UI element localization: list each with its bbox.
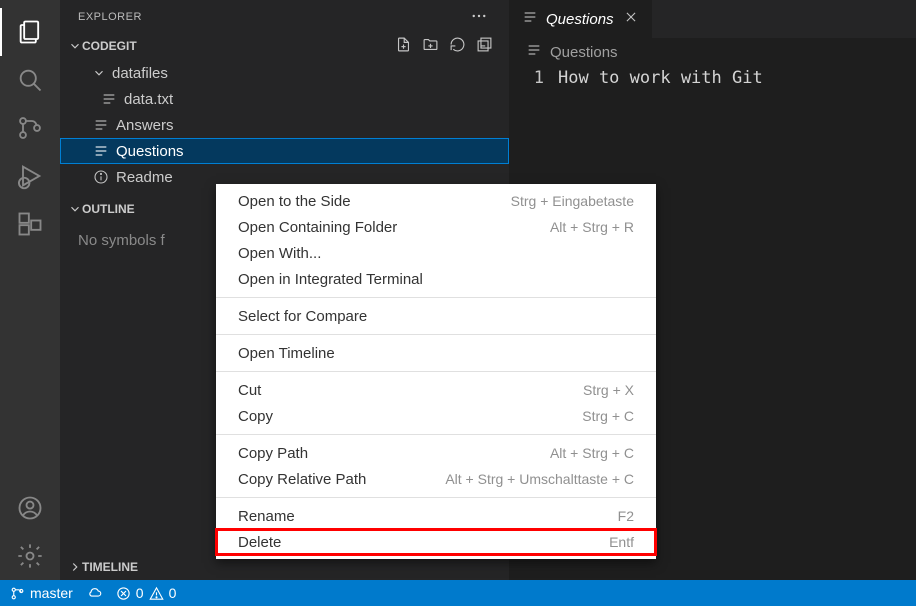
editor-tabs: Questions <box>510 0 916 38</box>
branch-name: master <box>30 585 73 601</box>
status-bar: master 0 0 <box>0 580 916 606</box>
tree-item-label: data.txt <box>124 91 173 108</box>
collapse-all-icon[interactable] <box>476 36 493 56</box>
ctx-shortcut: Strg + Eingabetaste <box>511 193 634 209</box>
debug-activity-icon[interactable] <box>0 152 60 200</box>
ctx-label: Open Timeline <box>238 345 335 362</box>
status-branch[interactable]: master <box>10 585 73 601</box>
context-menu: Open to the Side Strg + Eingabetaste Ope… <box>216 184 656 559</box>
ctx-rename[interactable]: Rename F2 <box>216 503 656 529</box>
refresh-icon[interactable] <box>449 36 466 56</box>
error-icon <box>116 586 131 601</box>
timeline-title: TIMELINE <box>82 560 138 574</box>
ctx-open-terminal[interactable]: Open in Integrated Terminal <box>216 266 656 292</box>
ctx-open-folder[interactable]: Open Containing Folder Alt + Strg + R <box>216 214 656 240</box>
tree-file-answers[interactable]: Answers <box>60 112 509 138</box>
tab-close-icon[interactable] <box>622 8 640 30</box>
code-line: How to work with Git <box>558 66 763 90</box>
sidebar-header: EXPLORER <box>60 0 509 34</box>
status-problems[interactable]: 0 0 <box>116 585 177 601</box>
tree-item-label: Readme <box>116 169 173 186</box>
ctx-shortcut: Alt + Strg + R <box>550 219 634 235</box>
ctx-shortcut: Alt + Strg + Umschalttaste + C <box>445 471 634 487</box>
account-activity-icon[interactable] <box>0 484 60 532</box>
ctx-label: Open Containing Folder <box>238 219 397 236</box>
file-tree: datafiles data.txt Answers Questions Rea… <box>60 58 509 192</box>
activity-bar <box>0 0 60 580</box>
tab-questions[interactable]: Questions <box>510 0 652 38</box>
ctx-separator <box>216 371 656 372</box>
ctx-open-with[interactable]: Open With... <box>216 240 656 266</box>
status-sync[interactable] <box>87 586 102 601</box>
project-section-header[interactable]: CODEGIT <box>60 34 509 58</box>
tree-item-label: datafiles <box>112 65 168 82</box>
ctx-select-compare[interactable]: Select for Compare <box>216 303 656 329</box>
file-lines-icon <box>100 91 118 107</box>
ctx-shortcut: Strg + C <box>582 408 634 424</box>
ctx-shortcut: Entf <box>609 534 634 550</box>
outline-title: OUTLINE <box>82 202 135 216</box>
search-activity-icon[interactable] <box>0 56 60 104</box>
ctx-separator <box>216 497 656 498</box>
tree-item-label: Answers <box>116 117 174 134</box>
ctx-copy-path[interactable]: Copy Path Alt + Strg + C <box>216 440 656 466</box>
tree-file-questions[interactable]: Questions <box>60 138 509 164</box>
warning-icon <box>149 586 164 601</box>
settings-activity-icon[interactable] <box>0 532 60 580</box>
project-name: CODEGIT <box>82 39 137 53</box>
ctx-label: Open With... <box>238 245 321 262</box>
sidebar-title: EXPLORER <box>78 11 142 23</box>
ctx-shortcut: F2 <box>618 508 634 524</box>
tree-file-data-txt[interactable]: data.txt <box>60 86 509 112</box>
ctx-cut[interactable]: Cut Strg + X <box>216 377 656 403</box>
ctx-label: Cut <box>238 382 261 399</box>
ctx-copy[interactable]: Copy Strg + C <box>216 403 656 429</box>
explorer-activity-icon[interactable] <box>0 8 60 56</box>
file-lines-icon <box>92 117 110 133</box>
file-lines-icon <box>526 42 542 62</box>
ctx-label: Open in Integrated Terminal <box>238 271 423 288</box>
ctx-shortcut: Alt + Strg + C <box>550 445 634 461</box>
file-lines-icon <box>92 143 110 159</box>
scm-activity-icon[interactable] <box>0 104 60 152</box>
ctx-label: Copy Relative Path <box>238 471 366 488</box>
sidebar-more-icon[interactable] <box>467 4 491 31</box>
tree-folder-datafiles[interactable]: datafiles <box>60 60 509 86</box>
line-number: 1 <box>518 66 558 90</box>
ctx-label: Copy <box>238 408 273 425</box>
ctx-separator <box>216 434 656 435</box>
tab-label: Questions <box>546 11 614 28</box>
chevron-right-icon <box>68 560 82 574</box>
chevron-down-icon <box>92 66 106 80</box>
ctx-label: Open to the Side <box>238 193 351 210</box>
project-section-actions <box>395 36 501 56</box>
ctx-label: Delete <box>238 534 281 551</box>
extensions-activity-icon[interactable] <box>0 200 60 248</box>
chevron-down-icon <box>68 202 82 216</box>
ctx-separator <box>216 297 656 298</box>
ctx-label: Rename <box>238 508 295 525</box>
ctx-label: Select for Compare <box>238 308 367 325</box>
ctx-separator <box>216 334 656 335</box>
ctx-shortcut: Strg + X <box>583 382 634 398</box>
tree-item-label: Questions <box>116 143 184 160</box>
editor-code[interactable]: 1 How to work with Git <box>510 66 916 90</box>
info-icon <box>92 169 110 185</box>
branch-icon <box>10 586 25 601</box>
breadcrumb-label: Questions <box>550 44 618 61</box>
timeline-section-header[interactable]: TIMELINE <box>60 558 509 580</box>
ctx-delete[interactable]: Delete Entf <box>216 529 656 555</box>
warning-count: 0 <box>169 585 177 601</box>
ctx-open-side[interactable]: Open to the Side Strg + Eingabetaste <box>216 188 656 214</box>
ctx-open-timeline[interactable]: Open Timeline <box>216 340 656 366</box>
file-lines-icon <box>522 9 538 29</box>
new-folder-icon[interactable] <box>422 36 439 56</box>
error-count: 0 <box>136 585 144 601</box>
new-file-icon[interactable] <box>395 36 412 56</box>
ctx-copy-rel-path[interactable]: Copy Relative Path Alt + Strg + Umschalt… <box>216 466 656 492</box>
cloud-icon <box>87 586 102 601</box>
breadcrumb[interactable]: Questions <box>510 38 916 66</box>
ctx-label: Copy Path <box>238 445 308 462</box>
chevron-down-icon <box>68 39 82 53</box>
